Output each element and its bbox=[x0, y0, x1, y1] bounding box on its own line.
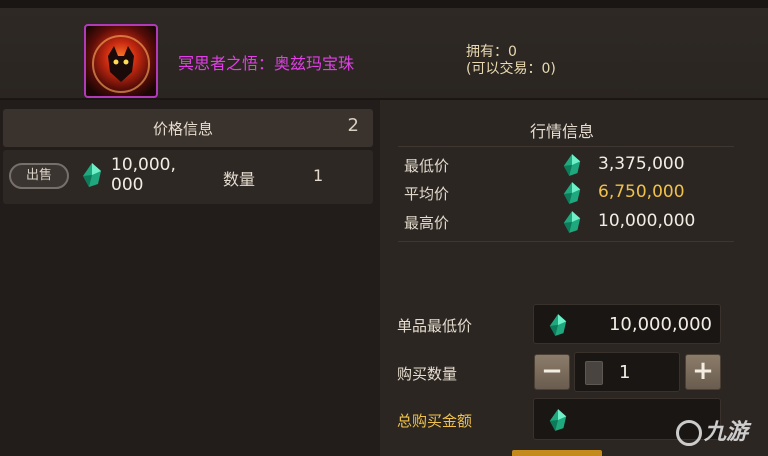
listing-row[interactable]: 出售 10,000,000 数量 1 bbox=[3, 150, 373, 204]
gem-icon bbox=[548, 408, 568, 436]
average-price-label: 平均价 bbox=[404, 185, 450, 203]
increase-quantity-button[interactable]: + bbox=[685, 354, 721, 390]
quantity-label: 购买数量 bbox=[397, 365, 458, 383]
total-amount-label: 总购买金额 bbox=[397, 412, 473, 430]
highest-price-label: 最高价 bbox=[404, 214, 450, 232]
gem-icon bbox=[562, 153, 582, 181]
lowest-price-value: 3,375,000 bbox=[598, 154, 685, 174]
decrease-quantity-button[interactable]: − bbox=[534, 354, 570, 390]
listing-qty-label: 数量 bbox=[223, 170, 256, 189]
listing-count: 2 bbox=[347, 115, 359, 136]
item-header: 冥思者之悟：奥兹玛宝珠 拥有：0 (可以交易：0) bbox=[0, 0, 768, 100]
price-info-header: 价格信息 2 bbox=[3, 109, 373, 147]
sell-badge: 出售 bbox=[9, 163, 69, 189]
watermark: 九游 bbox=[676, 414, 748, 446]
watermark-text: 九游 bbox=[704, 420, 749, 445]
ownership-info: 拥有：0 (可以交易：0) bbox=[466, 44, 556, 78]
calculator-icon[interactable] bbox=[585, 361, 603, 385]
unit-price-field: 10,000,000 bbox=[533, 304, 721, 344]
quantity-value: 1 bbox=[619, 362, 631, 383]
gem-icon bbox=[81, 162, 103, 192]
quantity-input[interactable]: 1 bbox=[574, 352, 680, 392]
gem-icon bbox=[562, 210, 582, 238]
owned-count: 拥有：0 bbox=[466, 44, 517, 60]
average-price-value: 6,750,000 bbox=[598, 182, 685, 202]
unit-price-label: 单品最低价 bbox=[397, 317, 473, 335]
lowest-price-label: 最低价 bbox=[404, 157, 450, 175]
tradable-count: (可以交易：0) bbox=[466, 61, 556, 77]
watermark-logo-icon bbox=[676, 420, 702, 446]
gem-icon bbox=[548, 313, 568, 341]
demon-orb-icon[interactable] bbox=[84, 24, 158, 98]
gem-icon bbox=[562, 181, 582, 209]
buy-button[interactable] bbox=[512, 450, 602, 456]
price-info-title: 价格信息 bbox=[153, 120, 214, 138]
unit-price-value: 10,000,000 bbox=[608, 314, 712, 335]
market-info-title: 行情信息 bbox=[530, 122, 595, 141]
highest-price-value: 10,000,000 bbox=[598, 211, 696, 231]
item-name: 冥思者之悟：奥兹玛宝珠 bbox=[178, 54, 355, 73]
listing-price: 10,000,000 bbox=[111, 155, 176, 195]
listing-qty: 1 bbox=[313, 166, 324, 185]
